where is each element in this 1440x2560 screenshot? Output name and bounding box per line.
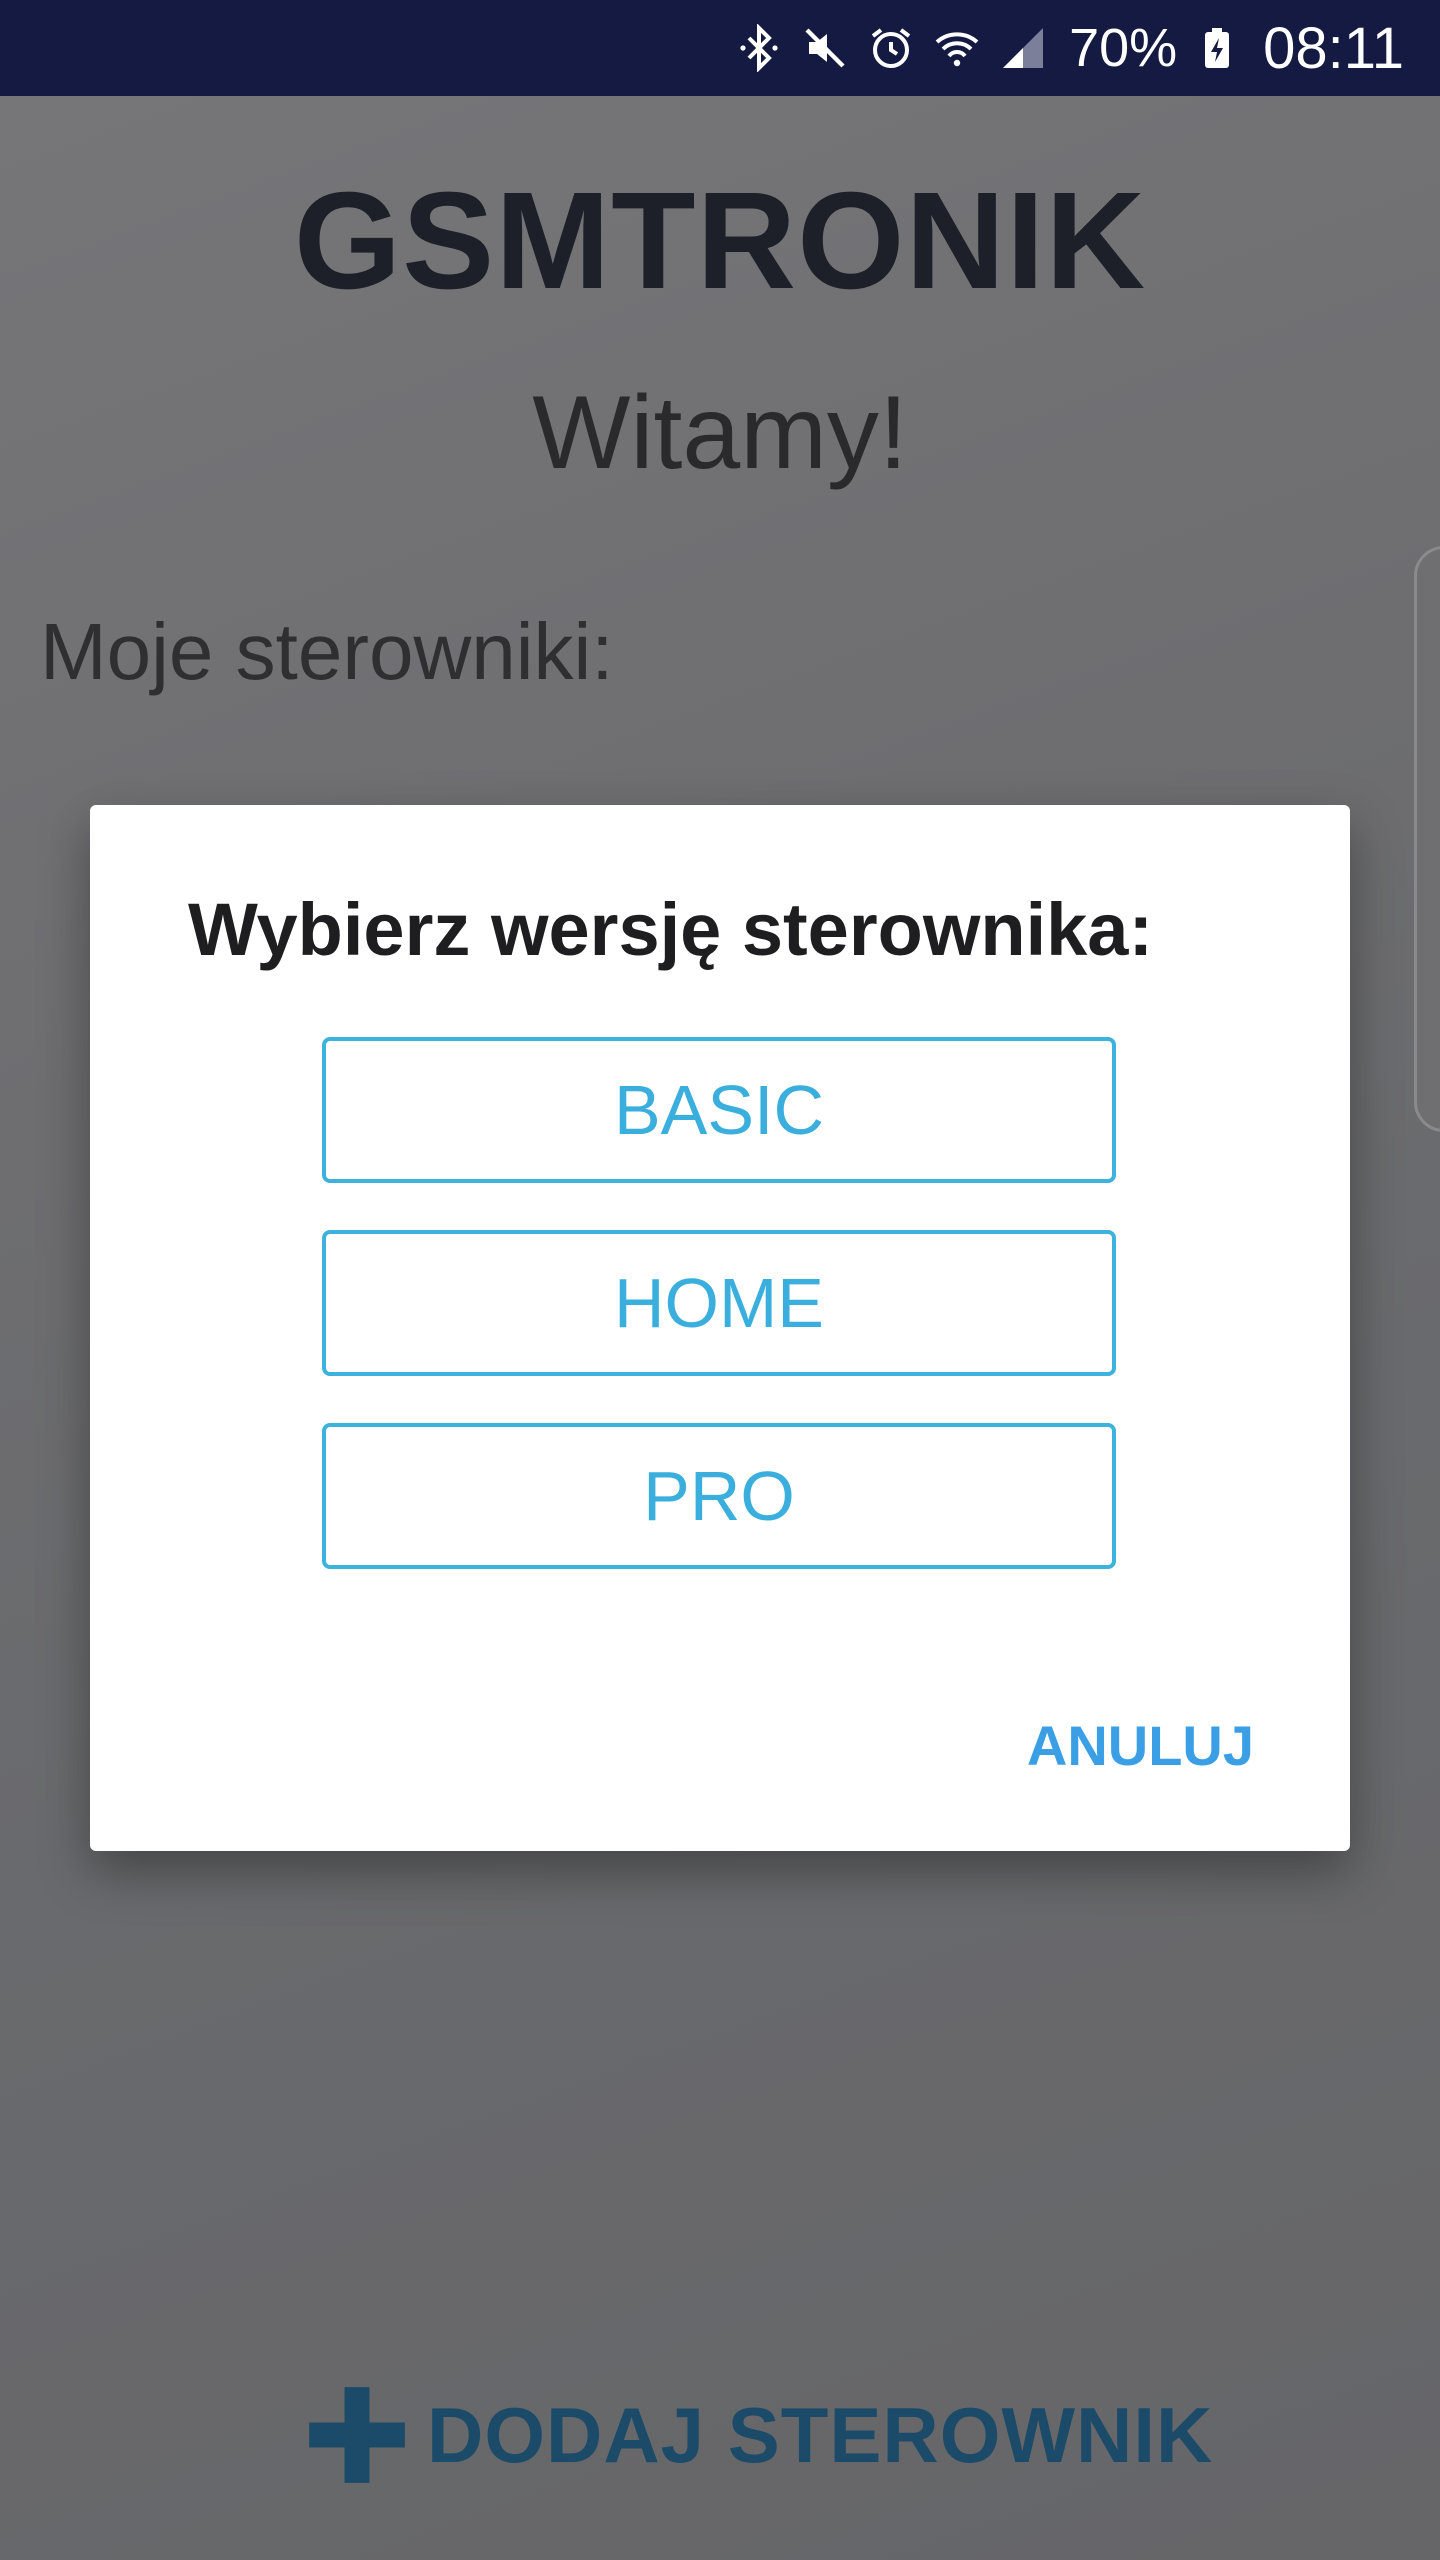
battery-percentage: 70% — [1069, 18, 1178, 78]
edge-panel-handle[interactable] — [1414, 546, 1440, 1132]
cancel-button[interactable]: ANULUJ — [1027, 1713, 1254, 1778]
alarm-icon — [865, 22, 917, 74]
add-controller-label: DODAJ STEROWNIK — [427, 2390, 1214, 2479]
add-controller-button[interactable]: DODAJ STEROWNIK — [305, 2380, 1213, 2490]
version-select-dialog: Wybierz wersję sterownika: BASIC HOME PR… — [90, 805, 1350, 1851]
option-basic-button[interactable]: BASIC — [322, 1037, 1116, 1183]
signal-icon — [997, 22, 1049, 74]
battery-charging-icon — [1191, 22, 1243, 74]
status-bar: 70% 08:11 — [0, 0, 1440, 96]
mute-icon — [799, 22, 851, 74]
app-title: GSMTRONIK — [293, 164, 1147, 318]
option-home-button[interactable]: HOME — [322, 1230, 1116, 1376]
wifi-icon — [931, 22, 983, 74]
option-pro-button[interactable]: PRO — [322, 1423, 1116, 1569]
controllers-section-label: Moje sterowniki: — [40, 607, 614, 696]
dialog-title: Wybierz wersję sterownika: — [188, 888, 1154, 971]
bluetooth-icon — [733, 22, 785, 74]
plus-icon — [305, 2383, 409, 2487]
welcome-text: Witamy! — [532, 375, 908, 491]
clock: 08:11 — [1263, 15, 1404, 81]
